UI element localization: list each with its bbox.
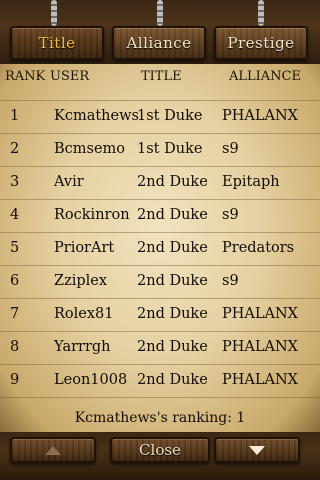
row-alliance: PHALANX: [222, 108, 298, 124]
row-title: 1st Duke: [137, 108, 203, 124]
table-row[interactable]: 7 Rolex81 2nd Duke PHALANX: [0, 299, 320, 332]
row-rank: 6: [10, 273, 20, 289]
row-alliance: PHALANX: [222, 339, 298, 355]
row-rank: 2: [10, 141, 20, 157]
row-rank: 8: [10, 339, 20, 355]
row-user: Zziplex: [54, 273, 108, 289]
user-ranking-text: Kcmathews's ranking: 1: [74, 410, 246, 426]
row-user: Kcmathews: [54, 108, 139, 124]
row-title: 1st Duke: [137, 141, 203, 157]
row-alliance: Epitaph: [222, 174, 280, 190]
tab-alliance[interactable]: Alliance: [112, 26, 206, 60]
row-user: Leon1008: [54, 372, 128, 388]
row-title: 2nd Duke: [137, 240, 208, 256]
tab-prestige[interactable]: Prestige: [214, 26, 308, 60]
row-rank: 4: [10, 207, 20, 223]
row-alliance: PHALANX: [222, 306, 298, 322]
row-title: 2nd Duke: [137, 207, 208, 223]
row-title: 2nd Duke: [137, 174, 208, 190]
table-row[interactable]: 9 Leon1008 2nd Duke PHALANX: [0, 365, 320, 398]
arrow-up-icon: [45, 445, 61, 455]
row-user: Bcmsemo: [54, 141, 126, 157]
row-title: 2nd Duke: [137, 273, 208, 289]
row-rank: 7: [10, 306, 20, 322]
table-row[interactable]: 8 Yarrrgh 2nd Duke PHALANX: [0, 332, 320, 365]
row-user: Avir: [54, 174, 84, 190]
row-user: Rockinron: [54, 207, 130, 223]
chain-decoration: [51, 0, 57, 26]
row-alliance: Predators: [222, 240, 295, 256]
table-row[interactable]: 1 Kcmathews 1st Duke PHALANX: [0, 100, 320, 134]
leaderboard-screen: Title Alliance Prestige RANK USER TITLE …: [0, 0, 320, 480]
scroll-up-button[interactable]: [10, 437, 96, 463]
ranking-list[interactable]: 1 Kcmathews 1st Duke PHALANX 2 Bcmsemo 1…: [0, 100, 320, 398]
row-rank: 5: [10, 240, 20, 256]
header-user: USER: [50, 69, 90, 84]
row-title: 2nd Duke: [137, 306, 208, 322]
row-title: 2nd Duke: [137, 339, 208, 355]
header-alliance: ALLIANCE: [229, 69, 301, 84]
table-row[interactable]: 4 Rockinron 2nd Duke s9: [0, 200, 320, 233]
table-row[interactable]: 3 Avir 2nd Duke Epitaph: [0, 167, 320, 200]
row-alliance: s9: [222, 207, 239, 223]
top-tab-bar: Title Alliance Prestige: [0, 0, 320, 64]
table-row[interactable]: 6 Zziplex 2nd Duke s9: [0, 266, 320, 299]
table-row[interactable]: 5 PriorArt 2nd Duke Predators: [0, 233, 320, 266]
chain-decoration: [157, 0, 163, 26]
row-user: PriorArt: [54, 240, 115, 256]
row-user: Yarrrgh: [54, 339, 111, 355]
row-rank: 1: [10, 108, 20, 124]
close-button[interactable]: Close: [110, 437, 210, 463]
scroll-down-button[interactable]: [214, 437, 300, 463]
row-title: 2nd Duke: [137, 372, 208, 388]
row-user: Rolex81: [54, 306, 114, 322]
row-alliance: s9: [222, 141, 239, 157]
chain-decoration: [258, 0, 264, 26]
row-alliance: PHALANX: [222, 372, 298, 388]
arrow-down-icon: [249, 445, 265, 455]
row-rank: 9: [10, 372, 20, 388]
header-rank: RANK: [5, 69, 46, 84]
table-row[interactable]: 2 Bcmsemo 1st Duke s9: [0, 134, 320, 167]
header-title: TITLE: [141, 69, 182, 84]
tab-title[interactable]: Title: [10, 26, 104, 60]
row-alliance: s9: [222, 273, 239, 289]
table-header: RANK USER TITLE ALLIANCE: [0, 64, 320, 90]
row-rank: 3: [10, 174, 20, 190]
